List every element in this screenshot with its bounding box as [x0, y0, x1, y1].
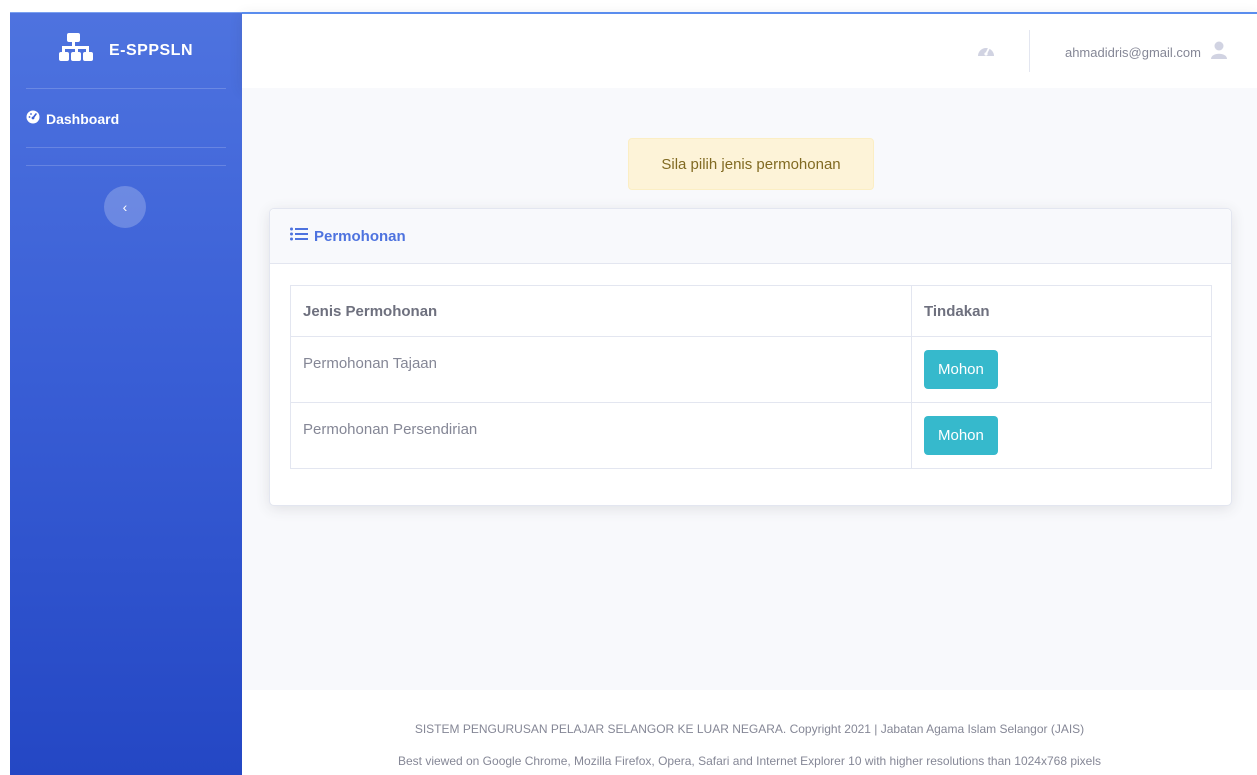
- topbar-divider: [1029, 30, 1030, 72]
- sitemap-icon: [58, 32, 95, 69]
- mohon-button[interactable]: Mohon: [924, 350, 998, 389]
- alert-message: Sila pilih jenis permohonan: [628, 138, 874, 190]
- table-row: Permohonan Tajaan Mohon: [290, 336, 1212, 403]
- permohonan-table: Jenis Permohonan Tindakan Permohonan Taj…: [290, 285, 1212, 469]
- sidebar-divider: [26, 147, 226, 148]
- permohonan-name: Permohonan Tajaan: [290, 336, 912, 403]
- footer: SISTEM PENGURUSAN PELAJAR SELANGOR KE LU…: [242, 690, 1257, 775]
- tachometer-icon[interactable]: [977, 42, 995, 63]
- sidebar: E-SPPSLN Dashboard ‹: [10, 12, 242, 775]
- sidebar-brand[interactable]: E-SPPSLN: [10, 13, 242, 88]
- sidebar-divider: [26, 88, 226, 89]
- action-cell: Mohon: [911, 336, 1212, 403]
- sidebar-divider: [26, 165, 226, 166]
- column-header-jenis: Jenis Permohonan: [290, 285, 912, 337]
- footer-browser-note: Best viewed on Google Chrome, Mozilla Fi…: [397, 754, 1102, 768]
- column-header-tindakan: Tindakan: [911, 285, 1212, 337]
- permohonan-name: Permohonan Persendirian: [290, 402, 912, 469]
- sidebar-toggle-button[interactable]: ‹: [104, 186, 146, 228]
- list-icon: [290, 227, 308, 245]
- card-header: Permohonan: [270, 209, 1231, 264]
- sidebar-item-label: Dashboard: [46, 110, 120, 127]
- user-menu[interactable]: ahmadidris@gmail.com: [1065, 41, 1227, 64]
- footer-copyright: SISTEM PENGURUSAN PELAJAR SELANGOR KE LU…: [414, 722, 1085, 736]
- sidebar-item-dashboard[interactable]: Dashboard: [26, 110, 119, 127]
- user-icon: [1211, 41, 1227, 64]
- chevron-left-icon: ‹: [122, 199, 128, 215]
- action-cell: Mohon: [911, 402, 1212, 469]
- table-row: Permohonan Persendirian Mohon: [290, 402, 1212, 469]
- tachometer-icon: [26, 110, 40, 127]
- main-content: Sila pilih jenis permohonan Permohonan J…: [242, 88, 1257, 690]
- permohonan-card: Permohonan Jenis Permohonan Tindakan Per…: [269, 208, 1232, 506]
- card-title: Permohonan: [314, 227, 406, 245]
- brand-name: E-SPPSLN: [108, 41, 193, 59]
- topbar: ahmadidris@gmail.com: [242, 12, 1257, 88]
- table-header-row: Jenis Permohonan Tindakan: [290, 285, 1212, 337]
- user-email: ahmadidris@gmail.com: [1064, 45, 1201, 60]
- mohon-button[interactable]: Mohon: [924, 416, 998, 455]
